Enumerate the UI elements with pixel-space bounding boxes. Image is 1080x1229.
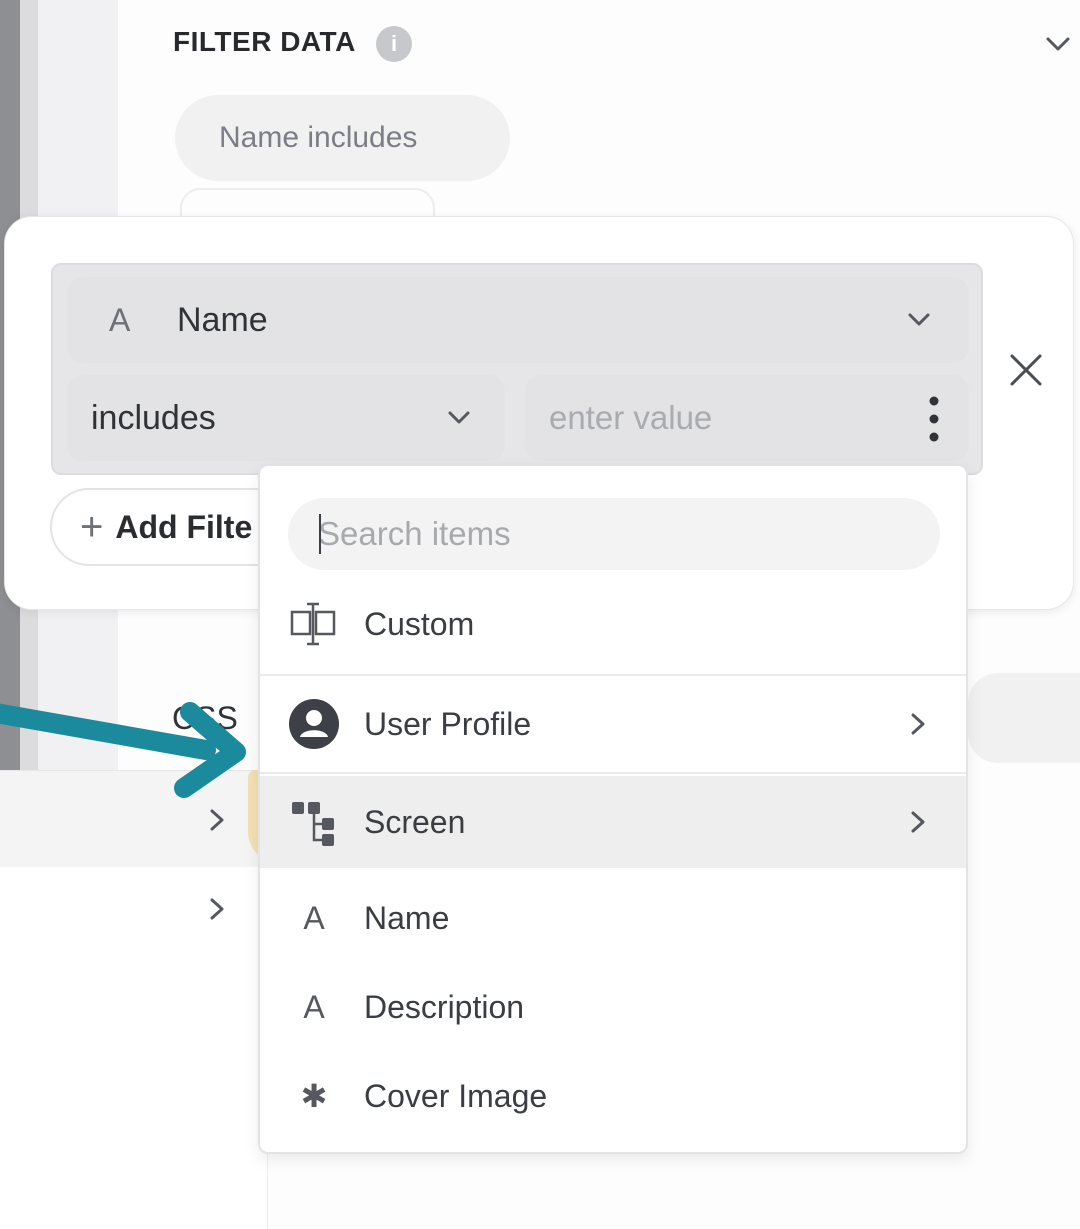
annotation-arrow-icon — [0, 702, 246, 798]
section-title: FILTER DATA — [173, 26, 356, 57]
more-options-icon[interactable] — [917, 393, 951, 445]
operator-select[interactable]: includes — [67, 375, 505, 461]
menu-item-label: User Profile — [364, 705, 532, 742]
screen-tree-icon — [288, 796, 340, 848]
value-input[interactable] — [525, 375, 969, 461]
menu-item-label: Description — [364, 988, 525, 1025]
filter-condition-group: A Name includes — [51, 263, 983, 475]
menu-item-custom[interactable]: Custom — [260, 578, 966, 670]
menu-item-label: Custom — [364, 605, 475, 642]
user-profile-icon — [288, 698, 340, 750]
css-row[interactable] — [968, 673, 1080, 763]
menu-item-label: Screen — [364, 803, 466, 840]
field-select-label: Name — [177, 300, 268, 339]
add-filter-label: Add Filte — [115, 508, 253, 545]
menu-item-label: Name — [364, 899, 450, 936]
text-caret — [319, 514, 321, 554]
custom-field-icon — [288, 598, 340, 650]
asterisk-icon: ✱ — [300, 1078, 328, 1114]
filter-chip[interactable]: Name includes — [175, 95, 510, 181]
chevron-right-icon — [911, 713, 925, 735]
text-type-icon: A — [109, 301, 131, 338]
menu-item-label: Cover Image — [364, 1077, 548, 1114]
lower-left-list — [0, 770, 268, 1229]
menu-divider — [260, 674, 966, 676]
menu-item-screen[interactable]: Screen — [260, 776, 966, 868]
plus-icon: + — [80, 504, 104, 549]
chevron-down-icon — [908, 313, 930, 326]
close-icon[interactable] — [1004, 348, 1048, 392]
chevron-right-icon[interactable] — [200, 892, 234, 926]
field-picker-menu: Custom User Profile Screen — [258, 464, 968, 1154]
text-type-icon: A — [303, 899, 325, 936]
chevron-down-icon — [448, 411, 470, 424]
chevron-right-icon — [911, 811, 925, 833]
menu-divider — [260, 772, 966, 774]
chevron-down-icon[interactable] — [1038, 24, 1078, 64]
text-type-icon: A — [303, 988, 325, 1025]
operator-select-label: includes — [91, 398, 216, 437]
field-select[interactable]: A Name — [67, 277, 969, 363]
menu-search-input[interactable] — [288, 498, 940, 570]
info-icon[interactable]: i — [376, 26, 412, 62]
menu-item-name[interactable]: A Name — [260, 872, 966, 964]
menu-item-cover-image[interactable]: ✱ Cover Image — [260, 1050, 966, 1142]
menu-item-description[interactable]: A Description — [260, 961, 966, 1053]
menu-item-user-profile[interactable]: User Profile — [260, 678, 966, 770]
